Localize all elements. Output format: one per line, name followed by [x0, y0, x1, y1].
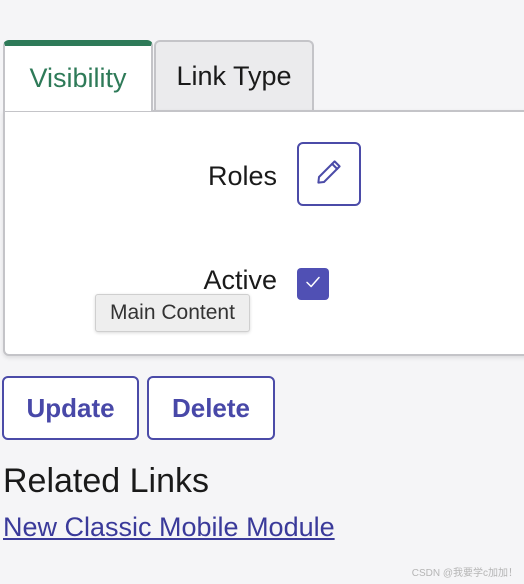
- edit-roles-button[interactable]: [297, 142, 361, 206]
- tab-panel: Roles Active: [3, 110, 524, 356]
- pencil-icon: [314, 157, 344, 192]
- tab-link-type[interactable]: Link Type: [154, 40, 314, 110]
- check-icon: [304, 273, 322, 296]
- page: Visibility Link Type Roles Active Main C…: [0, 0, 524, 584]
- update-button[interactable]: Update: [2, 376, 139, 440]
- related-links-heading: Related Links: [3, 462, 210, 500]
- tab-visibility[interactable]: Visibility: [3, 40, 153, 111]
- roles-label: Roles: [207, 161, 277, 191]
- related-link[interactable]: New Classic Mobile Module: [3, 512, 335, 543]
- tooltip: Main Content: [95, 294, 250, 332]
- watermark: CSDN @我要学c加加！: [411, 568, 518, 579]
- tab-bar: Visibility Link Type: [3, 40, 314, 111]
- delete-button[interactable]: Delete: [147, 376, 275, 440]
- active-label: Active: [203, 265, 277, 295]
- active-checkbox[interactable]: [297, 268, 329, 300]
